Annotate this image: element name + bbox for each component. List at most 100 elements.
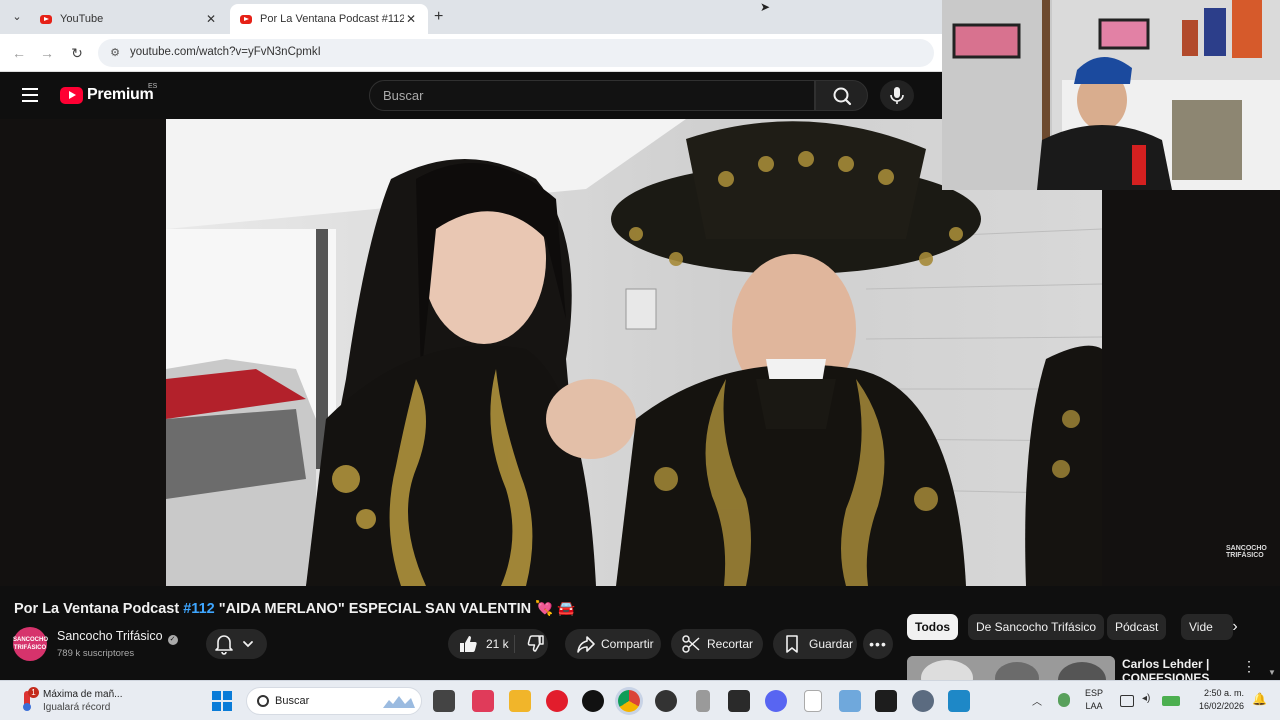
taskbar-search[interactable]: Buscar [246,687,422,715]
windows-taskbar: 1 Máxima de mañ... Igualará récord Busca… [0,680,1280,720]
back-arrow-icon[interactable]: ← [10,44,28,62]
more-actions-button[interactable]: ••• [863,629,893,659]
video-hashtag-link[interactable]: #112 [183,601,214,617]
scroll-down-arrow-icon[interactable]: ▼ [1268,668,1276,677]
close-tab-icon[interactable]: ✕ [404,12,418,26]
channel-watermark: SANCOCHO TRIFÁSICO [1226,545,1267,559]
recommended-video-thumbnail[interactable] [907,656,1115,680]
show-hidden-icons-chevron-icon[interactable]: ︿ [1032,693,1042,708]
tab-youtube[interactable]: YouTube ✕ [30,4,228,34]
dislike-icon[interactable] [524,633,546,655]
obs-icon[interactable] [655,690,677,712]
battery-icon[interactable] [1162,696,1180,706]
video-title: Por La Ventana Podcast #112 "AIDA MERLAN… [14,600,575,617]
tiktok-studio-icon[interactable] [472,690,494,712]
browser-toolbar: ← → ↻ ⚙ youtube.com/watch?v=yFvN3nCpmkI [0,34,942,72]
weather-widget[interactable]: 1 Máxima de mañ... Igualará récord [18,687,148,715]
tab-search-chevron-icon[interactable]: ⌄ [8,8,26,26]
guide-menu-icon[interactable] [22,88,38,102]
language-indicator[interactable]: ESP LAA [1085,687,1103,713]
media-app-icon[interactable] [875,690,897,712]
bookmark-icon [786,635,798,653]
youtube-premium-logo[interactable]: Premium [60,86,154,104]
logo-text: Premium [87,86,154,103]
notifications-button[interactable] [206,629,267,659]
search-icon [833,87,852,106]
scissors-icon [682,635,700,653]
screen: { "browser": { "tabs": [ {"title": "YouT… [0,0,1280,720]
site-settings-icon[interactable]: ⚙ [108,46,122,60]
share-arrow-icon [577,636,595,653]
channel-name[interactable]: Sancocho Trifásico ✓ [57,629,178,645]
share-button[interactable]: Compartir [565,629,661,659]
thumbnail-image [907,656,1115,680]
chip-from-channel[interactable]: De Sancocho Trifásico [968,614,1105,640]
chevron-right-icon[interactable]: › [1226,618,1244,636]
youtube-logo-icon [60,86,83,104]
recommended-video-title[interactable]: Carlos Lehder | CONFESIONES [1122,657,1232,680]
chip-all[interactable]: Todos [907,614,959,640]
display-icon[interactable] [1120,695,1134,707]
search-button[interactable] [815,80,868,111]
clip-button[interactable]: Recortar [671,629,763,659]
search-highlight-icon [383,696,415,708]
video-title-suffix: "AIDA MERLANO" ESPECIAL SAN VALENTIN 💘 🚘 [214,601,576,617]
more-horizontal-icon: ••• [869,636,887,652]
taskbar-search-label: Buscar [275,695,310,707]
windows-start-icon[interactable] [212,691,232,711]
chip-podcast[interactable]: Pódcast [1107,614,1167,640]
capcut-icon[interactable] [728,690,750,712]
channel-name-text[interactable]: Sancocho Trifásico [57,629,163,643]
discord-icon[interactable] [765,690,787,712]
terminal-app-icon[interactable] [433,690,455,712]
region-code: ES [148,83,158,90]
chrome-icon[interactable] [618,690,640,712]
youtube-favicon-icon [240,14,252,24]
tiktok-icon[interactable] [582,690,604,712]
language-line-2: LAA [1085,701,1103,711]
clock-time: 2:50 a. m. [1203,688,1244,698]
new-tab-icon[interactable]: + [434,8,443,26]
save-label: Guardar [809,637,854,651]
bell-icon [215,635,253,655]
snipping-tool-icon[interactable] [839,690,861,712]
tab-title: YouTube [60,13,104,25]
system-clock[interactable]: 2:50 a. m. 16/02/2026 [1190,687,1244,713]
weather-line-2: Igualará récord [43,702,111,713]
search-input[interactable] [383,88,783,103]
url-text[interactable]: youtube.com/watch?v=yFvN3nCpmkI [130,46,321,58]
search-box[interactable] [369,80,815,111]
like-count[interactable]: 21 k [486,637,509,651]
more-vertical-icon[interactable]: ⋮ [1242,658,1256,675]
settings-gear-icon[interactable] [912,690,934,712]
save-button[interactable]: Guardar [773,629,857,659]
player-letterbox-left [0,119,166,586]
voice-search-button[interactable] [880,80,914,111]
clock-date: 16/02/2026 [1198,701,1244,711]
video-title-prefix: Por La Ventana Podcast [14,601,184,617]
address-bar[interactable]: ⚙ youtube.com/watch?v=yFvN3nCpmkI [98,39,934,67]
youtube-favicon-icon [40,14,52,24]
share-label: Compartir [601,637,654,651]
tab-current-video[interactable]: Por La Ventana Podcast #112 "A ✕ [230,4,428,34]
subscriber-count: 789 k suscriptores [57,648,135,659]
file-explorer-icon[interactable] [509,690,531,712]
microphone-tray-icon[interactable] [1058,693,1070,707]
youtube-masthead: Premium ES [0,72,942,119]
reload-icon[interactable]: ↻ [68,44,86,62]
usb-device-icon[interactable] [696,690,710,712]
close-tab-icon[interactable]: ✕ [204,12,218,26]
like-divider [514,635,515,653]
store-icon[interactable] [948,690,970,712]
streamer-webcam-overlay [942,0,1280,190]
channel-avatar[interactable]: SANCOCHO TRIFÁSICO [13,627,48,661]
like-dislike-group: 21 k [448,629,548,659]
speaker-icon[interactable]: ◂) [1142,693,1150,704]
notifications-bell-icon[interactable]: 🔔 [1252,692,1267,706]
browser-tab-strip: ⌄ YouTube ✕ Por La Ventana Podcast #112 … [0,0,942,34]
notification-badge: 1 [28,687,39,698]
forward-arrow-icon[interactable]: → [38,44,56,62]
media-player-icon[interactable] [546,690,568,712]
notepad-icon[interactable] [804,690,822,712]
like-icon[interactable] [456,629,480,659]
